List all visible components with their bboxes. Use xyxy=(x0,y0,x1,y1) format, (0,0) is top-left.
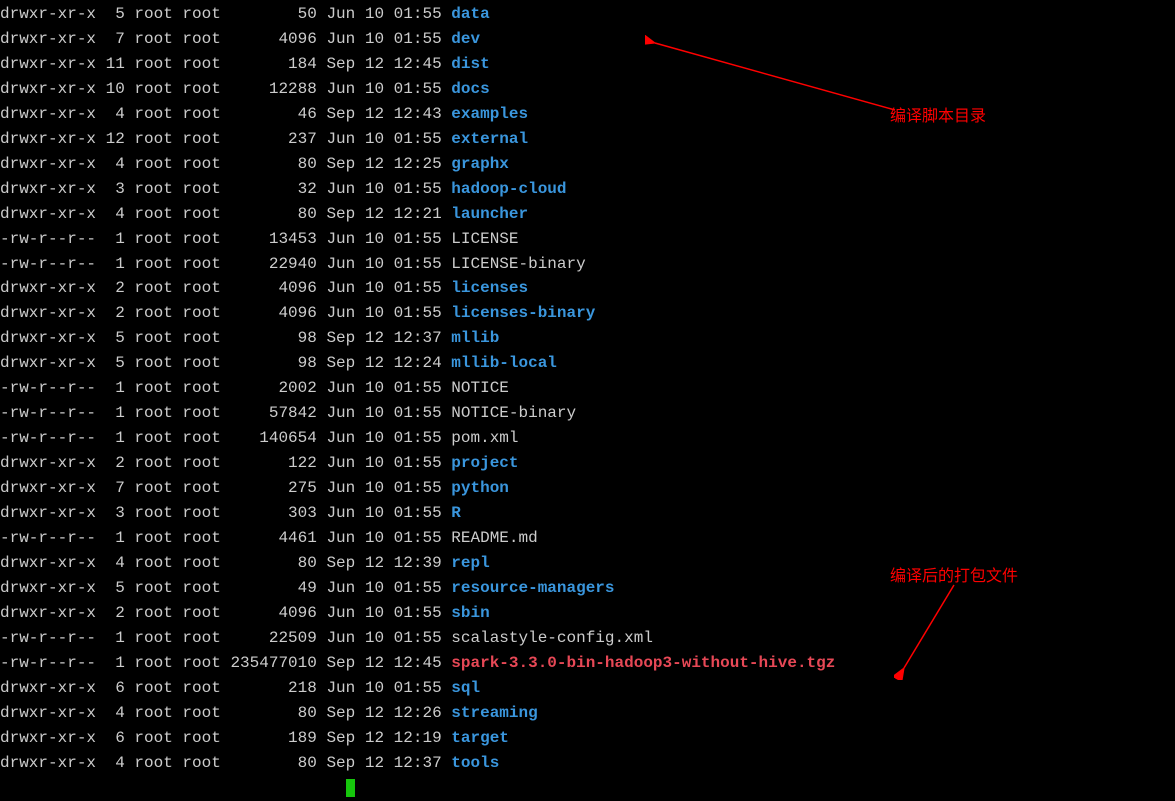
file-name: README.md xyxy=(451,529,537,547)
file-metadata: -rw-r--r-- 1 root root 22940 Jun 10 01:5… xyxy=(0,255,451,273)
file-metadata: -rw-r--r-- 1 root root 235477010 Sep 12 … xyxy=(0,654,451,672)
file-name: external xyxy=(451,130,528,148)
file-name: LICENSE xyxy=(451,230,518,248)
file-name: pom.xml xyxy=(451,429,518,447)
file-metadata: drwxr-xr-x 11 root root 184 Sep 12 12:45 xyxy=(0,55,451,73)
prompt-line[interactable] xyxy=(0,776,1175,801)
file-metadata: drwxr-xr-x 2 root root 4096 Jun 10 01:55 xyxy=(0,279,451,297)
file-metadata: drwxr-xr-x 10 root root 12288 Jun 10 01:… xyxy=(0,80,451,98)
file-name: scalastyle-config.xml xyxy=(451,629,653,647)
file-name: mllib-local xyxy=(451,354,557,372)
file-metadata: drwxr-xr-x 6 root root 218 Jun 10 01:55 xyxy=(0,679,451,697)
file-name: tools xyxy=(451,754,499,772)
file-name: graphx xyxy=(451,155,509,173)
file-metadata: drwxr-xr-x 5 root root 98 Sep 12 12:24 xyxy=(0,354,451,372)
file-listing-row: drwxr-xr-x 4 root root 46 Sep 12 12:43 e… xyxy=(0,102,1175,127)
file-metadata: drwxr-xr-x 4 root root 80 Sep 12 12:25 xyxy=(0,155,451,173)
file-metadata: drwxr-xr-x 4 root root 80 Sep 12 12:26 xyxy=(0,704,451,722)
file-metadata: drwxr-xr-x 3 root root 32 Jun 10 01:55 xyxy=(0,180,451,198)
file-metadata: drwxr-xr-x 4 root root 80 Sep 12 12:21 xyxy=(0,205,451,223)
file-listing-row: drwxr-xr-x 10 root root 12288 Jun 10 01:… xyxy=(0,77,1175,102)
file-listing-row: -rw-r--r-- 1 root root 140654 Jun 10 01:… xyxy=(0,426,1175,451)
file-listing-row: drwxr-xr-x 6 root root 218 Jun 10 01:55 … xyxy=(0,676,1175,701)
file-name: sbin xyxy=(451,604,489,622)
file-metadata: -rw-r--r-- 1 root root 13453 Jun 10 01:5… xyxy=(0,230,451,248)
annotation-packaged-file: 编译后的打包文件 xyxy=(890,565,1018,590)
file-listing-row: drwxr-xr-x 2 root root 4096 Jun 10 01:55… xyxy=(0,301,1175,326)
file-name: dev xyxy=(451,30,480,48)
file-metadata: drwxr-xr-x 2 root root 4096 Jun 10 01:55 xyxy=(0,604,451,622)
file-name: sql xyxy=(451,679,480,697)
file-listing-row: drwxr-xr-x 4 root root 80 Sep 12 12:25 g… xyxy=(0,152,1175,177)
file-metadata: -rw-r--r-- 1 root root 2002 Jun 10 01:55 xyxy=(0,379,451,397)
file-name: licenses-binary xyxy=(451,304,595,322)
file-name: NOTICE-binary xyxy=(451,404,576,422)
file-name: mllib xyxy=(451,329,499,347)
file-name: target xyxy=(451,729,509,747)
file-listing-row: drwxr-xr-x 7 root root 4096 Jun 10 01:55… xyxy=(0,27,1175,52)
file-metadata: drwxr-xr-x 2 root root 4096 Jun 10 01:55 xyxy=(0,304,451,322)
file-listing-row: -rw-r--r-- 1 root root 13453 Jun 10 01:5… xyxy=(0,227,1175,252)
file-metadata: drwxr-xr-x 4 root root 80 Sep 12 12:39 xyxy=(0,554,451,572)
file-metadata: drwxr-xr-x 12 root root 237 Jun 10 01:55 xyxy=(0,130,451,148)
file-listing-row: drwxr-xr-x 3 root root 303 Jun 10 01:55 … xyxy=(0,501,1175,526)
file-listing-row: drwxr-xr-x 2 root root 4096 Jun 10 01:55… xyxy=(0,276,1175,301)
file-name: dist xyxy=(451,55,489,73)
file-name: spark-3.3.0-bin-hadoop3-without-hive.tgz xyxy=(451,654,835,672)
file-listing-row: drwxr-xr-x 3 root root 32 Jun 10 01:55 h… xyxy=(0,177,1175,202)
file-name: docs xyxy=(451,80,489,98)
file-metadata: drwxr-xr-x 7 root root 4096 Jun 10 01:55 xyxy=(0,30,451,48)
file-listing-row: drwxr-xr-x 2 root root 4096 Jun 10 01:55… xyxy=(0,601,1175,626)
file-metadata: drwxr-xr-x 5 root root 49 Jun 10 01:55 xyxy=(0,579,451,597)
file-listing-row: drwxr-xr-x 5 root root 50 Jun 10 01:55 d… xyxy=(0,2,1175,27)
file-metadata: drwxr-xr-x 5 root root 50 Jun 10 01:55 xyxy=(0,5,451,23)
file-name: examples xyxy=(451,105,528,123)
file-metadata: drwxr-xr-x 5 root root 98 Sep 12 12:37 xyxy=(0,329,451,347)
file-name: hadoop-cloud xyxy=(451,180,566,198)
file-name: streaming xyxy=(451,704,537,722)
file-listing-row: drwxr-xr-x 4 root root 80 Sep 12 12:26 s… xyxy=(0,701,1175,726)
file-metadata: drwxr-xr-x 3 root root 303 Jun 10 01:55 xyxy=(0,504,451,522)
cursor xyxy=(346,779,356,797)
file-listing-row: drwxr-xr-x 5 root root 98 Sep 12 12:24 m… xyxy=(0,351,1175,376)
file-metadata: drwxr-xr-x 6 root root 189 Sep 12 12:19 xyxy=(0,729,451,747)
file-name: resource-managers xyxy=(451,579,614,597)
file-listing-row: drwxr-xr-x 11 root root 184 Sep 12 12:45… xyxy=(0,52,1175,77)
file-listing-row: -rw-r--r-- 1 root root 22940 Jun 10 01:5… xyxy=(0,252,1175,277)
file-listing-row: -rw-r--r-- 1 root root 22509 Jun 10 01:5… xyxy=(0,626,1175,651)
file-listing-row: drwxr-xr-x 12 root root 237 Jun 10 01:55… xyxy=(0,127,1175,152)
file-name: repl xyxy=(451,554,489,572)
file-name: data xyxy=(451,5,489,23)
file-listing-row: drwxr-xr-x 2 root root 122 Jun 10 01:55 … xyxy=(0,451,1175,476)
file-listing-row: drwxr-xr-x 4 root root 80 Sep 12 12:21 l… xyxy=(0,202,1175,227)
file-listing-row: -rw-r--r-- 1 root root 2002 Jun 10 01:55… xyxy=(0,376,1175,401)
file-metadata: -rw-r--r-- 1 root root 140654 Jun 10 01:… xyxy=(0,429,451,447)
terminal-output: drwxr-xr-x 5 root root 50 Jun 10 01:55 d… xyxy=(0,0,1175,801)
file-metadata: drwxr-xr-x 7 root root 275 Jun 10 01:55 xyxy=(0,479,451,497)
file-listing-row: drwxr-xr-x 5 root root 98 Sep 12 12:37 m… xyxy=(0,326,1175,351)
file-metadata: drwxr-xr-x 4 root root 46 Sep 12 12:43 xyxy=(0,105,451,123)
file-name: python xyxy=(451,479,509,497)
file-listing-row: drwxr-xr-x 6 root root 189 Sep 12 12:19 … xyxy=(0,726,1175,751)
file-name: licenses xyxy=(451,279,528,297)
file-name: NOTICE xyxy=(451,379,509,397)
file-name: R xyxy=(451,504,461,522)
file-metadata: -rw-r--r-- 1 root root 22509 Jun 10 01:5… xyxy=(0,629,451,647)
annotation-compile-script-dir: 编译脚本目录 xyxy=(890,105,986,130)
file-metadata: -rw-r--r-- 1 root root 4461 Jun 10 01:55 xyxy=(0,529,451,547)
file-listing-row: -rw-r--r-- 1 root root 4461 Jun 10 01:55… xyxy=(0,526,1175,551)
file-listing-row: -rw-r--r-- 1 root root 57842 Jun 10 01:5… xyxy=(0,401,1175,426)
file-listing-row: drwxr-xr-x 4 root root 80 Sep 12 12:37 t… xyxy=(0,751,1175,776)
file-metadata: drwxr-xr-x 4 root root 80 Sep 12 12:37 xyxy=(0,754,451,772)
file-metadata: drwxr-xr-x 2 root root 122 Jun 10 01:55 xyxy=(0,454,451,472)
file-listing-row: -rw-r--r-- 1 root root 235477010 Sep 12 … xyxy=(0,651,1175,676)
file-name: project xyxy=(451,454,518,472)
file-listing-row: drwxr-xr-x 7 root root 275 Jun 10 01:55 … xyxy=(0,476,1175,501)
file-metadata: -rw-r--r-- 1 root root 57842 Jun 10 01:5… xyxy=(0,404,451,422)
file-name: launcher xyxy=(451,205,528,223)
file-name: LICENSE-binary xyxy=(451,255,585,273)
